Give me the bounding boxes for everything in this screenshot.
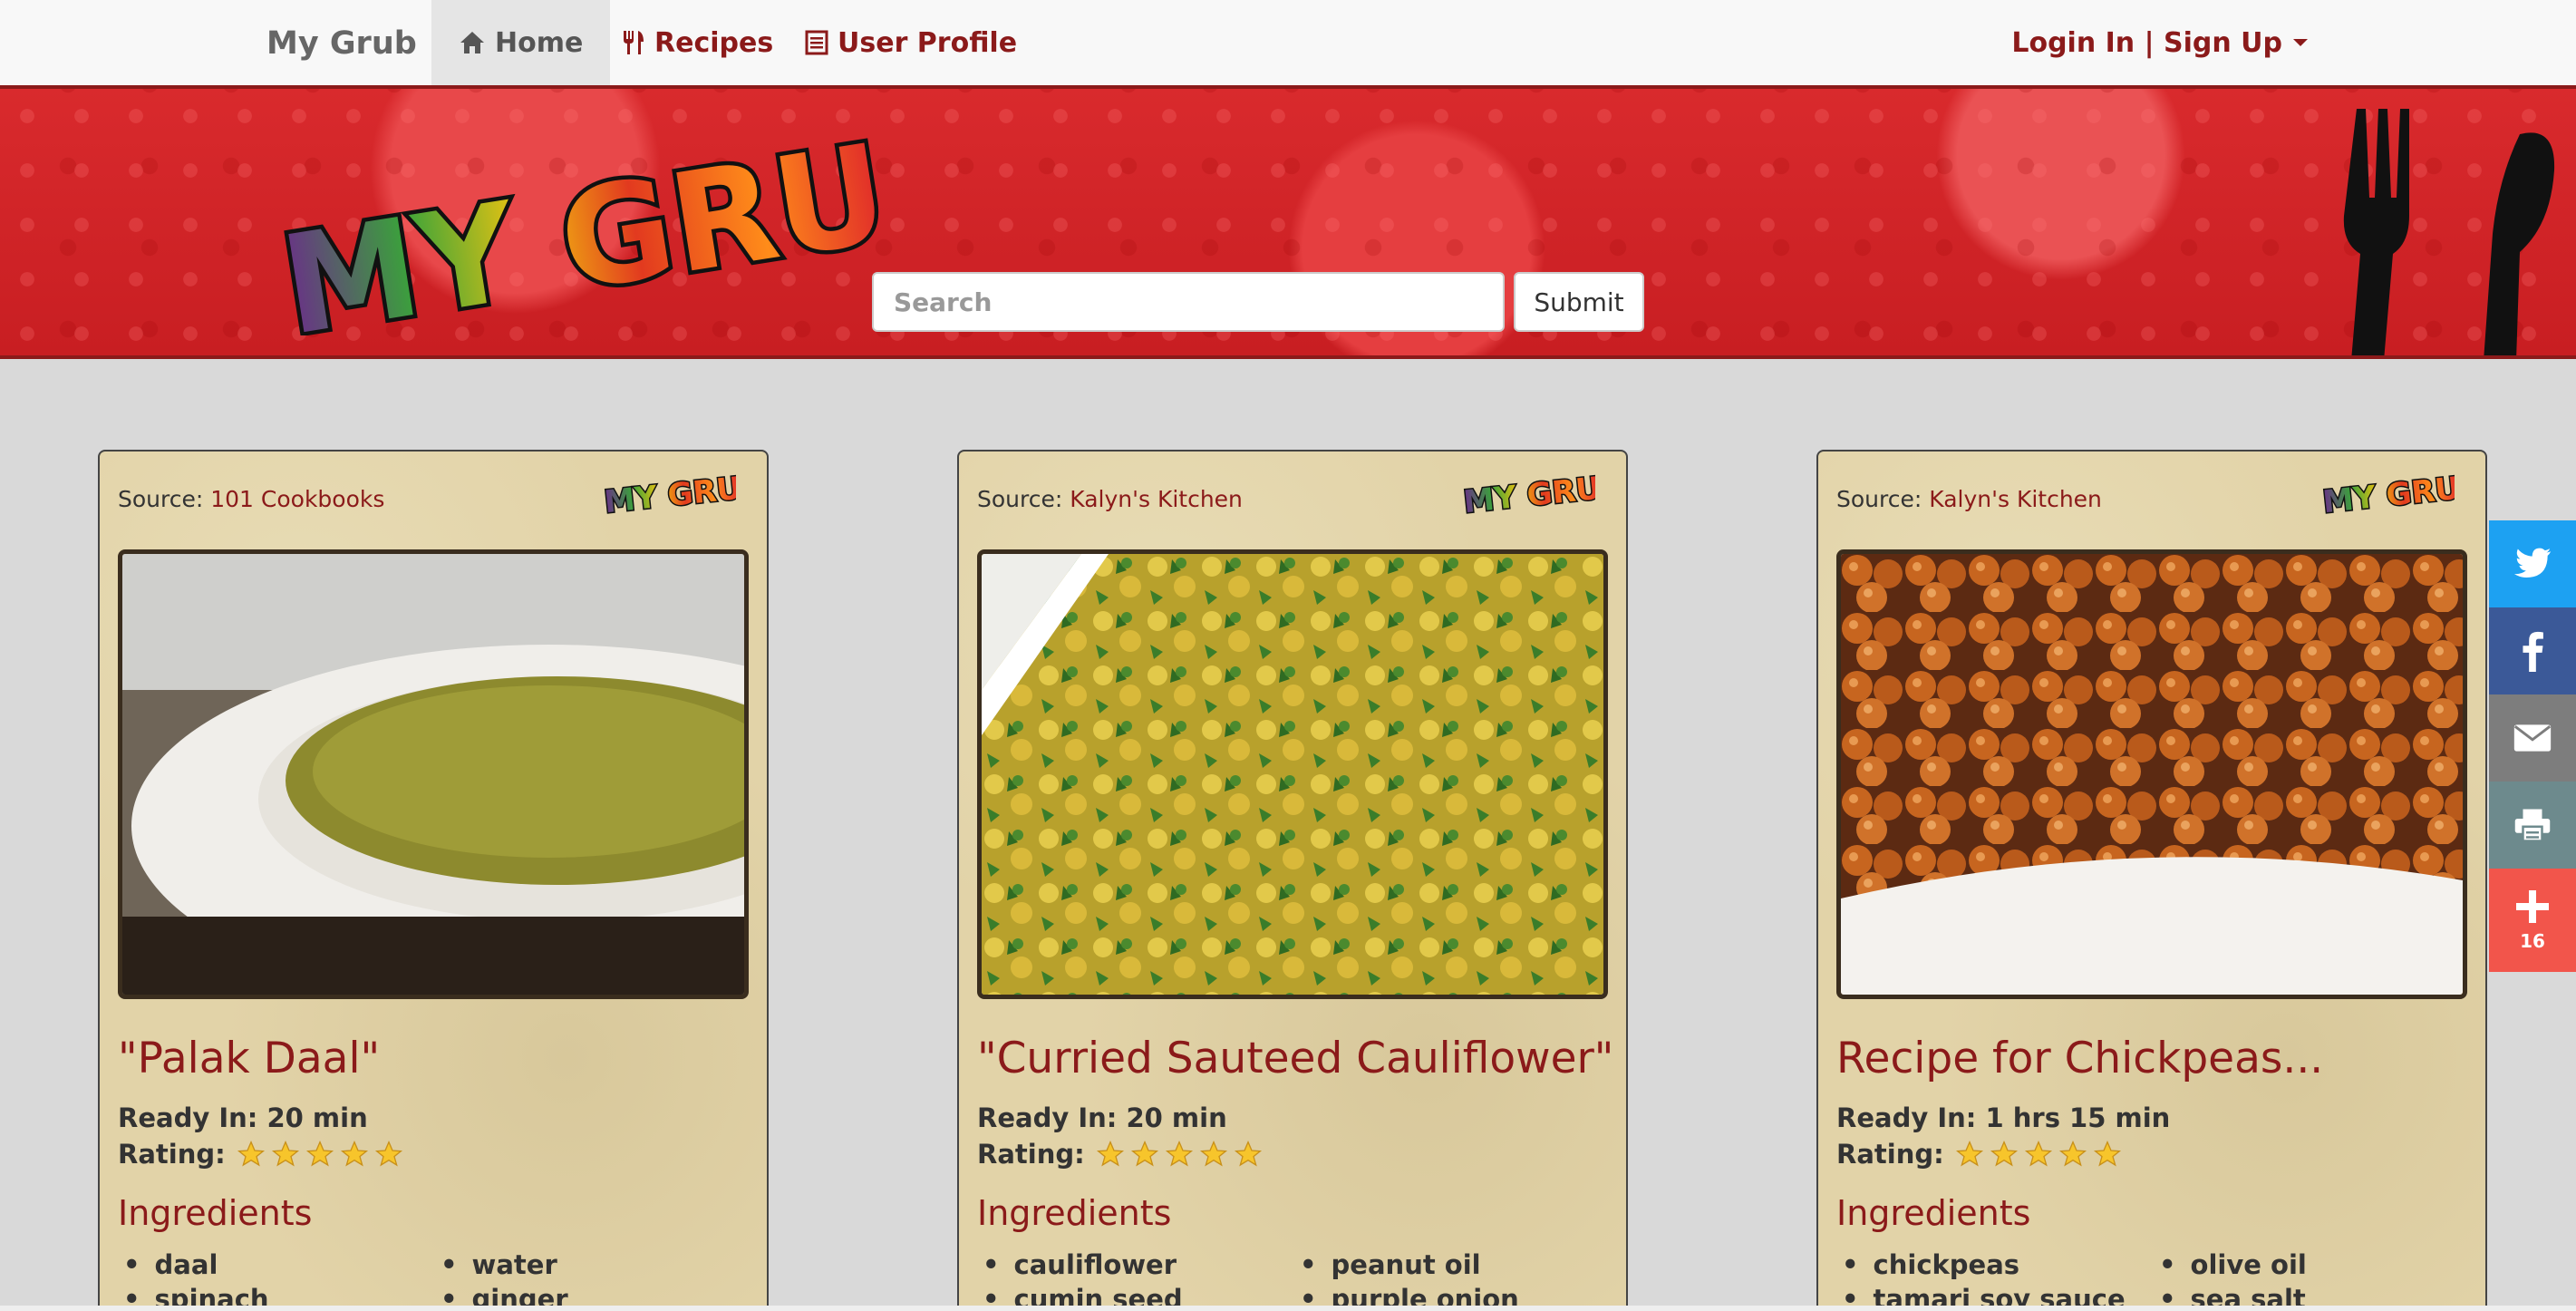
star-icon xyxy=(1199,1140,1227,1167)
rating: Rating: xyxy=(1836,1139,2122,1170)
recipe-card-2[interactable]: Source: Kalyn's Kitchen MY GRUB "Curried… xyxy=(957,450,1628,1311)
recipe-source: Source: Kalyn's Kitchen xyxy=(1836,486,2102,512)
brand-link[interactable]: My Grub xyxy=(266,25,417,62)
svg-text:MY GRUB: MY GRUB xyxy=(603,470,736,515)
share-count: 16 xyxy=(2520,930,2545,952)
star-icon xyxy=(1234,1140,1262,1167)
recipe-card-3[interactable]: Source: Kalyn's Kitchen MY GRUB Recipe f… xyxy=(1816,450,2487,1311)
recipe-image[interactable] xyxy=(1836,549,2467,999)
nav-user-profile-label: User Profile xyxy=(838,26,1018,59)
star-icon xyxy=(1096,1140,1124,1167)
nav-home-label: Home xyxy=(495,26,584,59)
ingredients-heading: Ingredients xyxy=(977,1193,1172,1233)
twitter-icon xyxy=(2513,548,2552,578)
my-grub-logo: MY GRUB xyxy=(268,127,883,335)
ready-in-value: 1 hrs 15 min xyxy=(1985,1102,2171,1133)
mini-logo: MY GRUB xyxy=(601,470,736,515)
ready-in: Ready In: 1 hrs 15 min xyxy=(1836,1102,2171,1133)
nav-user-profile[interactable]: User Profile xyxy=(805,0,1017,85)
rating-stars xyxy=(1096,1140,1263,1169)
ready-in: Ready In: 20 min xyxy=(118,1102,368,1133)
star-icon xyxy=(374,1140,402,1167)
rating-stars xyxy=(1955,1140,2122,1169)
ingredient-item: olive oil xyxy=(2159,1249,2458,1280)
mini-logo: MY GRUB xyxy=(2319,470,2455,515)
ingredients-heading: Ingredients xyxy=(118,1193,313,1233)
facebook-icon xyxy=(2523,631,2543,672)
ingredient-item: water xyxy=(441,1249,740,1280)
ready-in-value: 20 min xyxy=(1126,1102,1227,1133)
login-signup-dropdown[interactable]: Login In | Sign Up xyxy=(2011,0,2308,85)
logo-text: MY GRUB xyxy=(272,127,883,335)
fork-knife-silhouette-icon xyxy=(2343,109,2555,355)
rating-stars xyxy=(237,1140,403,1169)
star-icon xyxy=(340,1140,368,1167)
ready-in: Ready In: 20 min xyxy=(977,1102,1227,1133)
header-banner: MY GRUB Submit xyxy=(0,89,2576,359)
ingredient-item: peanut oil xyxy=(1300,1249,1599,1280)
recipe-source-link[interactable]: Kalyn's Kitchen xyxy=(1070,486,1243,512)
rating: Rating: xyxy=(977,1139,1263,1170)
ingredient-item: chickpeas xyxy=(1842,1249,2159,1280)
ingredients-heading: Ingredients xyxy=(1836,1193,2031,1233)
rating: Rating: xyxy=(118,1139,403,1170)
share-print-button[interactable] xyxy=(2489,782,2576,869)
recipe-title[interactable]: "Curried Sauteed Cauliflower" xyxy=(977,1034,1613,1083)
star-icon xyxy=(2058,1140,2087,1167)
recipe-title[interactable]: "Palak Daal" xyxy=(118,1034,380,1083)
home-icon xyxy=(460,32,484,53)
nav-recipes[interactable]: Recipes xyxy=(622,0,773,85)
login-signup-label: Login In | Sign Up xyxy=(2011,26,2282,59)
star-icon xyxy=(1990,1140,2018,1167)
recipe-image[interactable] xyxy=(118,549,749,999)
ingredients-list: daal water spinach ginger xyxy=(123,1249,740,1311)
top-navbar: My Grub Home Recipes User Profile Login … xyxy=(0,0,2576,89)
share-more-button[interactable]: 16 xyxy=(2489,869,2576,972)
search-input[interactable] xyxy=(872,272,1505,332)
recipe-source-link[interactable]: Kalyn's Kitchen xyxy=(1929,486,2102,512)
ingredient-item: cauliflower xyxy=(983,1249,1300,1280)
ingredient-item: daal xyxy=(123,1249,441,1280)
share-email-button[interactable] xyxy=(2489,694,2576,782)
horizontal-scrollbar[interactable] xyxy=(0,1306,2576,1311)
ready-in-value: 20 min xyxy=(266,1102,368,1133)
share-twitter-button[interactable] xyxy=(2489,520,2576,607)
svg-text:MY GRUB: MY GRUB xyxy=(1462,470,1595,515)
star-icon xyxy=(2093,1140,2121,1167)
share-facebook-button[interactable] xyxy=(2489,607,2576,694)
plus-icon xyxy=(2516,890,2549,923)
envelope-icon xyxy=(2513,724,2552,752)
recipe-source: Source: 101 Cookbooks xyxy=(118,486,385,512)
caret-down-icon xyxy=(2293,39,2308,46)
recipe-image[interactable] xyxy=(977,549,1608,999)
ingredients-list: chickpeas olive oil tamari soy sauce sea… xyxy=(1842,1249,2458,1311)
star-icon xyxy=(2024,1140,2052,1167)
nav-recipes-label: Recipes xyxy=(654,26,774,59)
star-icon xyxy=(305,1140,334,1167)
svg-text:MY GRUB: MY GRUB xyxy=(2321,470,2455,515)
ingredients-list: cauliflower peanut oil cumin seed purple… xyxy=(983,1249,1599,1311)
nav-home[interactable]: Home xyxy=(431,0,611,85)
star-icon xyxy=(237,1140,265,1167)
submit-button[interactable]: Submit xyxy=(1514,272,1644,332)
recipe-card-1[interactable]: Source: 101 Cookbooks MY GRUB "Palak Daa… xyxy=(98,450,769,1311)
recipe-title[interactable]: Recipe for Chickpeas... xyxy=(1836,1034,2323,1083)
printer-icon xyxy=(2514,809,2551,842)
recipe-source: Source: Kalyn's Kitchen xyxy=(977,486,1243,512)
fork-knife-icon xyxy=(624,31,644,54)
star-icon xyxy=(1130,1140,1158,1167)
list-icon xyxy=(805,30,828,55)
mini-logo: MY GRUB xyxy=(1460,470,1595,515)
recipe-source-link[interactable]: 101 Cookbooks xyxy=(210,486,384,512)
star-icon xyxy=(1955,1140,1983,1167)
star-icon xyxy=(1165,1140,1193,1167)
star-icon xyxy=(271,1140,299,1167)
